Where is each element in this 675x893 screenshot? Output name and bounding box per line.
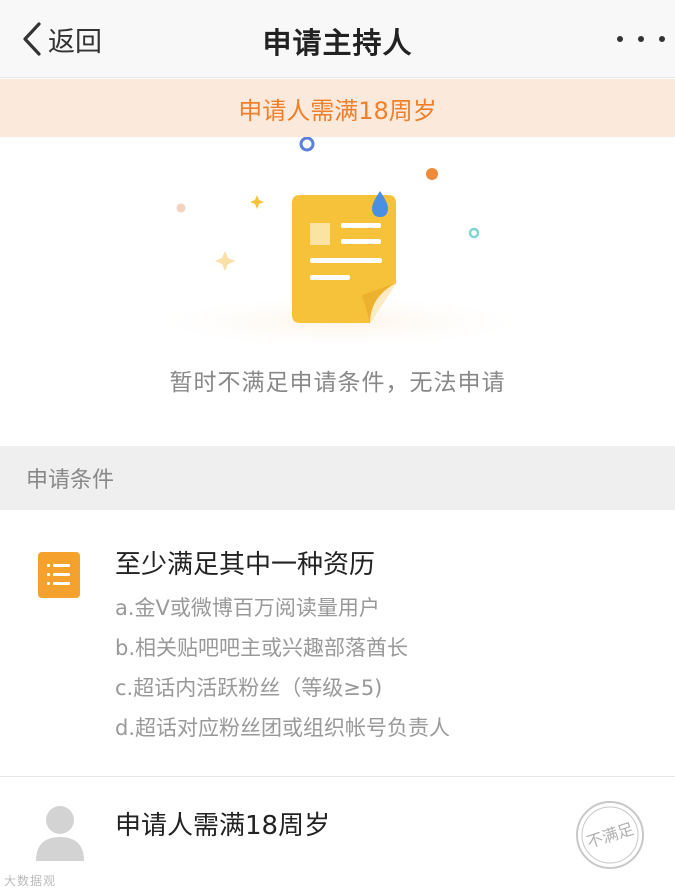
section-header-conditions: 申请条件 bbox=[0, 446, 675, 510]
dot-icon bbox=[659, 36, 665, 42]
age-requirement: 申请人需满18周岁 不满足 bbox=[0, 777, 675, 893]
requirement-item: c.超话内活跃粉丝（等级≥5) bbox=[115, 676, 383, 700]
not-met-stamp: 不满足 bbox=[576, 801, 644, 869]
document-illustration bbox=[140, 137, 540, 350]
status-hero: 暂时不满足申请条件，无法申请 bbox=[0, 137, 675, 445]
age-requirement-title: 申请人需满18周岁 bbox=[115, 811, 331, 841]
section-title: 申请条件 bbox=[26, 468, 115, 493]
qualification-requirement: 至少满足其中一种资历 a.金V或微博百万阅读量用户 b.相关贴吧吧主或兴趣部落酋… bbox=[0, 510, 675, 776]
user-icon bbox=[36, 806, 84, 861]
navigation-bar: 返回 申请主持人 bbox=[0, 0, 675, 78]
requirement-item: d.超话对应粉丝团或组织帐号负责人 bbox=[115, 716, 451, 740]
requirement-title: 至少满足其中一种资历 bbox=[115, 550, 376, 580]
requirement-item: b.相关贴吧吧主或兴趣部落酋长 bbox=[115, 636, 409, 660]
dot-icon bbox=[638, 36, 644, 42]
age-notice-banner: 申请人需满18周岁 bbox=[0, 79, 675, 137]
requirement-list: a.金V或微博百万阅读量用户 b.相关贴吧吧主或兴趣部落酋长 c.超话内活跃粉丝… bbox=[115, 588, 450, 748]
dot-icon bbox=[617, 36, 623, 42]
list-icon bbox=[38, 552, 80, 598]
more-options-button[interactable] bbox=[617, 24, 665, 54]
back-label: 返回 bbox=[48, 26, 102, 58]
requirement-item: a.金V或微博百万阅读量用户 bbox=[115, 596, 380, 620]
stamp-label: 不满足 bbox=[584, 819, 636, 852]
back-button[interactable]: 返回 bbox=[20, 18, 102, 60]
chevron-left-icon bbox=[23, 22, 41, 56]
status-message: 暂时不满足申请条件，无法申请 bbox=[169, 370, 506, 396]
watermark: 大数据观 bbox=[4, 874, 57, 888]
banner-text: 申请人需满18周岁 bbox=[238, 96, 437, 125]
